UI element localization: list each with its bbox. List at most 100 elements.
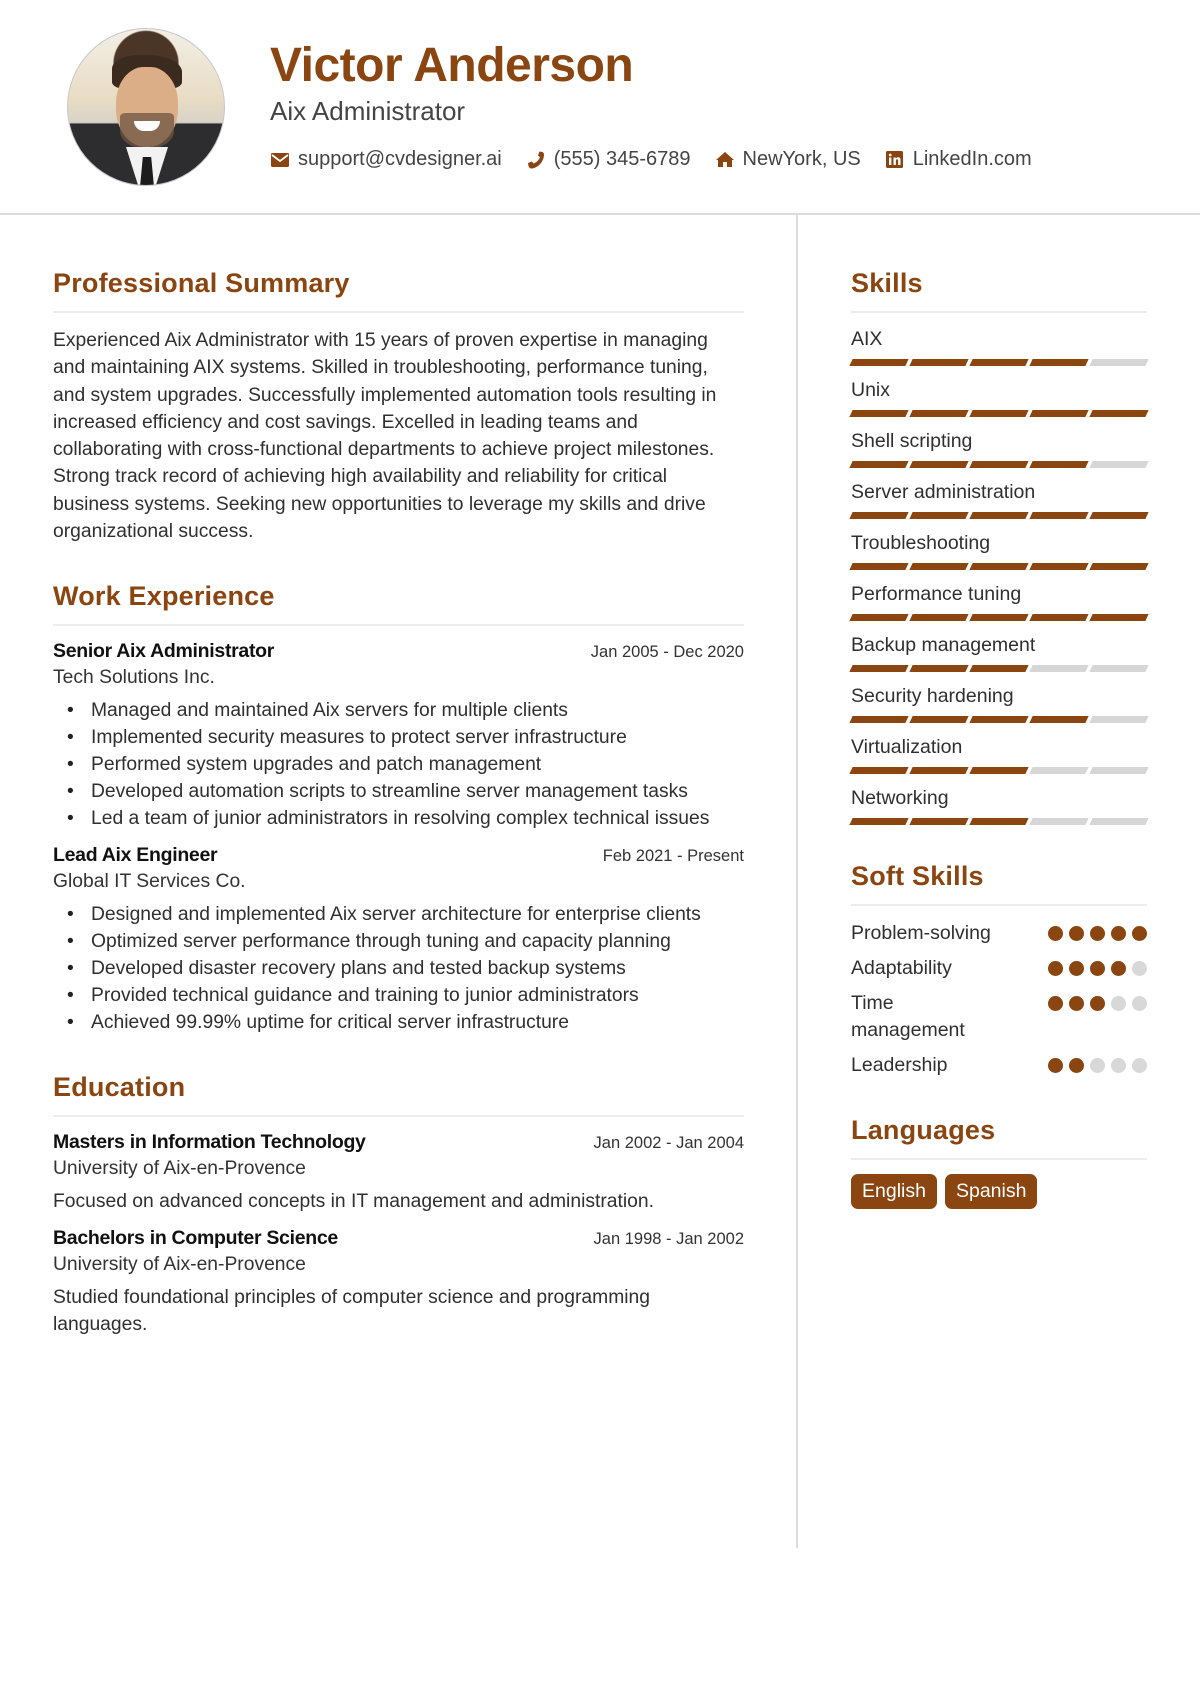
profile-photo <box>67 28 225 186</box>
language-tag: Spanish <box>944 1174 1038 1209</box>
skill-item: Networking <box>849 786 1149 825</box>
skills-heading: Skills <box>851 268 1147 313</box>
rating-dot-filled <box>1069 1058 1084 1073</box>
skills-list: AIX Unix Shell scripting Server administrat… <box>849 327 1149 825</box>
skill-segment-filled <box>909 614 969 621</box>
photo-beard <box>120 113 174 149</box>
skill-level-bar <box>849 716 1149 723</box>
soft-skill-rating <box>1048 926 1147 941</box>
skills-section: Skills AIX Unix Shell scripting Server admi… <box>849 268 1149 825</box>
home-icon <box>715 150 735 170</box>
education-section: Education Masters in Information Technol… <box>53 1072 744 1338</box>
skill-level-bar <box>849 614 1149 621</box>
skill-segment-filled <box>969 512 1029 519</box>
skill-segment-filled <box>969 410 1029 417</box>
skill-name: Shell scripting <box>851 430 973 452</box>
skill-item: Shell scripting <box>849 429 1149 468</box>
skill-name: Virtualization <box>851 736 963 758</box>
linkedin-icon <box>885 150 905 170</box>
summary-heading: Professional Summary <box>53 268 744 313</box>
language-tags: English Spanish <box>851 1174 1147 1209</box>
skill-segment-filled <box>909 716 969 723</box>
rating-dot-filled <box>1069 996 1084 1011</box>
contact-linkedin-text: LinkedIn.com <box>912 148 1032 170</box>
rating-dot-filled <box>1069 926 1084 941</box>
skill-level-bar <box>849 410 1149 417</box>
soft-skill-item: Problem-solving <box>851 920 1147 947</box>
rating-dot-empty <box>1132 996 1147 1011</box>
contact-phone[interactable]: (555) 345-6789 <box>526 148 691 171</box>
skill-segment-filled <box>1029 410 1089 417</box>
contact-email[interactable]: support@cvdesigner.ai <box>270 148 502 171</box>
rating-dot-empty <box>1132 961 1147 976</box>
skill-level-bar <box>849 512 1149 519</box>
job-bullet: Developed automation scripts to streamli… <box>53 778 744 805</box>
skill-item: Backup management <box>849 633 1149 672</box>
skill-level-bar <box>849 818 1149 825</box>
skill-segment-empty <box>1089 716 1149 723</box>
candidate-title: Aix Administrator <box>270 96 466 126</box>
skill-segment-filled <box>849 461 909 468</box>
skill-segment-filled <box>909 461 969 468</box>
skill-segment-filled <box>969 461 1029 468</box>
job-bullet: Developed disaster recovery plans and te… <box>53 955 744 982</box>
soft-skill-name: Leadership <box>851 1054 948 1076</box>
skill-segment-filled <box>969 767 1029 774</box>
skill-name: Networking <box>851 787 949 809</box>
job-entry: Lead Aix Engineer Feb 2021 - Present Glo… <box>53 844 744 1036</box>
rating-dot-empty <box>1090 1058 1105 1073</box>
skill-level-bar <box>849 563 1149 570</box>
skill-segment-filled <box>969 563 1029 570</box>
rating-dot-filled <box>1048 996 1063 1011</box>
job-bullets: Managed and maintained Aix servers for m… <box>53 697 744 832</box>
left-column: Professional Summary Experienced Aix Adm… <box>53 268 744 1374</box>
skill-segment-filled <box>849 818 909 825</box>
skill-segment-empty <box>1089 359 1149 366</box>
skill-segment-filled <box>909 359 969 366</box>
rating-dot-filled <box>1069 961 1084 976</box>
skill-item: Troubleshooting <box>849 531 1149 570</box>
skill-segment-filled <box>1029 563 1089 570</box>
job-bullet: Provided technical guidance and training… <box>53 982 744 1009</box>
rating-dot-empty <box>1111 996 1126 1011</box>
skill-segment-filled <box>909 665 969 672</box>
skill-name: Troubleshooting <box>851 532 991 554</box>
rating-dot-filled <box>1048 926 1063 941</box>
skill-segment-empty <box>1089 818 1149 825</box>
skill-segment-filled <box>909 563 969 570</box>
skill-segment-empty <box>1029 818 1089 825</box>
language-tag: English <box>851 1174 937 1209</box>
job-bullet: Led a team of junior administrators in r… <box>53 805 744 832</box>
skill-name: Backup management <box>851 634 1036 656</box>
job-bullet: Designed and implemented Aix server arch… <box>53 901 744 928</box>
school-name: University of Aix-en-Provence <box>53 1254 306 1276</box>
job-dates: Jan 2005 - Dec 2020 <box>590 643 744 662</box>
rating-dot-filled <box>1048 961 1063 976</box>
resume-header: Victor Anderson Aix Administrator suppor… <box>0 0 1200 215</box>
skill-segment-filled <box>969 665 1029 672</box>
degree-title: Bachelors in Computer Science <box>53 1227 338 1250</box>
rating-dot-empty <box>1132 1058 1147 1073</box>
skill-segment-filled <box>909 767 969 774</box>
job-bullets: Designed and implemented Aix server arch… <box>53 901 744 1036</box>
skill-segment-filled <box>1089 614 1149 621</box>
skill-segment-filled <box>849 563 909 570</box>
rating-dot-empty <box>1111 1058 1126 1073</box>
skill-segment-filled <box>969 818 1029 825</box>
skill-segment-filled <box>1089 512 1149 519</box>
rating-dot-filled <box>1132 926 1147 941</box>
skill-item: Security hardening <box>849 684 1149 723</box>
skill-segment-filled <box>849 767 909 774</box>
soft-skill-item: Time management <box>851 990 1147 1044</box>
soft-skill-item: Leadership <box>851 1052 1147 1079</box>
skill-segment-filled <box>1029 359 1089 366</box>
rating-dot-filled <box>1090 926 1105 941</box>
contact-list: support@cvdesigner.ai (555) 345-6789 New… <box>270 148 1056 171</box>
skill-segment-filled <box>969 359 1029 366</box>
job-bullet: Managed and maintained Aix servers for m… <box>53 697 744 724</box>
degree-title: Masters in Information Technology <box>53 1131 366 1154</box>
skill-segment-filled <box>1029 614 1089 621</box>
skill-segment-filled <box>1029 512 1089 519</box>
contact-linkedin[interactable]: LinkedIn.com <box>885 148 1032 171</box>
skill-level-bar <box>849 665 1149 672</box>
